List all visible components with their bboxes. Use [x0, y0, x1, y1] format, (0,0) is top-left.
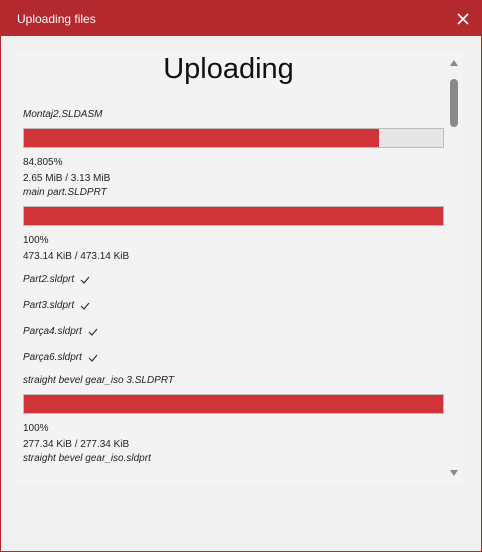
file-name: Part2.sldprt: [23, 274, 75, 285]
completed-file: Parça4.sldprt: [23, 322, 447, 348]
completed-file: Part2.sldprt: [23, 270, 447, 296]
file-name: Montaj2.SLDASM: [23, 109, 103, 120]
progress-bar: [23, 128, 444, 148]
completed-file: Parça6.sldprt: [23, 348, 447, 374]
chevron-down-icon[interactable]: [449, 469, 459, 477]
check-icon: [80, 296, 90, 316]
scrollbar[interactable]: [447, 59, 461, 479]
file-name: straight bevel gear_iso 3.SLDPRT: [23, 375, 175, 386]
progress-percent: 100%: [23, 423, 49, 434]
file-name: Parça6.sldprt: [23, 352, 82, 363]
progress-bar: [23, 394, 444, 414]
file-name: main part.SLDPRT: [23, 187, 107, 198]
progress-percent: 84.805%: [23, 157, 63, 168]
page-title: Uploading: [163, 53, 294, 85]
close-icon: [457, 13, 469, 25]
transfer-size: 2.65 MiB / 3.13 MiB: [23, 173, 111, 184]
progress-fill: [24, 129, 380, 147]
upload-list-panel[interactable]: Uploading Montaj2.SLDASM 84.805% 2.65 Mi…: [15, 51, 463, 485]
check-icon: [88, 348, 98, 368]
upload-item: main part.SLDPRT 100% 473.14 KiB / 473.1…: [23, 186, 447, 264]
file-name: Parça4.sldprt: [23, 326, 82, 337]
progress-fill: [24, 395, 443, 413]
progress-fill: [24, 207, 443, 225]
window-title: Uploading files: [17, 12, 96, 26]
upload-item: Montaj2.SLDASM 84.805% 2.65 MiB / 3.13 M…: [23, 108, 447, 186]
scroll-thumb[interactable]: [450, 79, 458, 127]
upload-list: Montaj2.SLDASM 84.805% 2.65 MiB / 3.13 M…: [23, 108, 447, 466]
file-name: Part3.sldprt: [23, 300, 75, 311]
completed-file: Part3.sldprt: [23, 296, 447, 322]
upload-item: straight bevel gear_iso 3.SLDPRT 100% 27…: [23, 374, 447, 452]
progress-percent: 100%: [23, 235, 49, 246]
chevron-up-icon[interactable]: [449, 59, 459, 67]
check-icon: [88, 322, 98, 342]
upload-dialog: Uploading files Uploading Montaj2.SLDASM…: [0, 0, 482, 552]
check-icon: [80, 270, 90, 290]
close-button[interactable]: [451, 7, 475, 31]
transfer-size: 277.34 KiB / 277.34 KiB: [23, 439, 130, 450]
title-bar: Uploading files: [1, 1, 481, 36]
file-name: straight bevel gear_iso.sldprt: [23, 453, 151, 464]
transfer-size: 473.14 KiB / 473.14 KiB: [23, 251, 130, 262]
progress-bar: [23, 206, 444, 226]
